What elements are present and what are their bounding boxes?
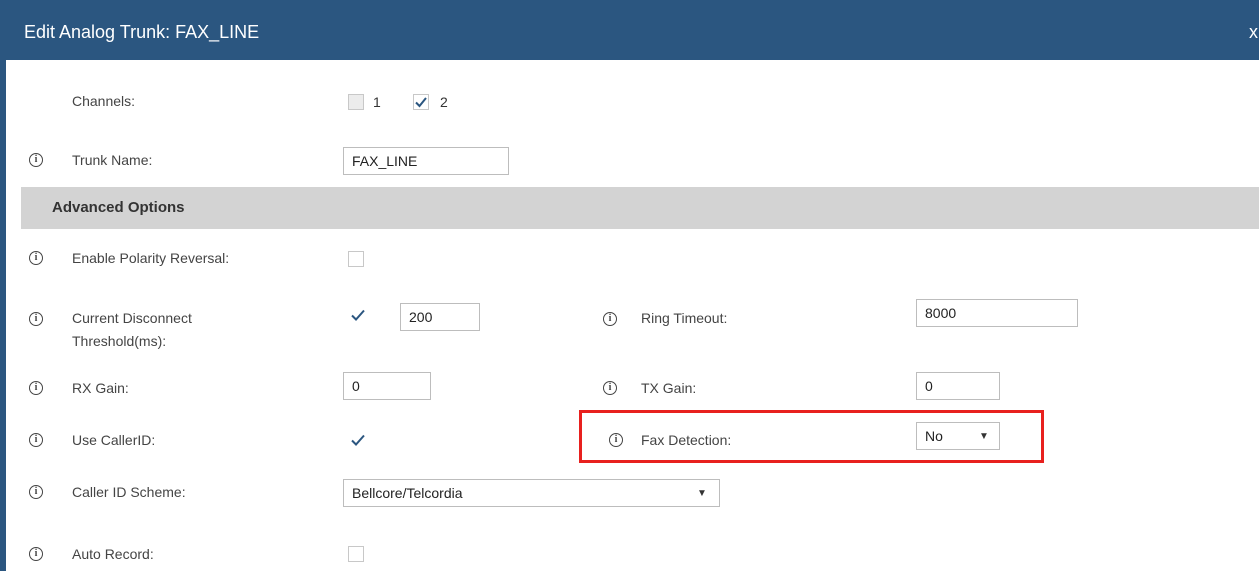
info-icon[interactable]: i [29,381,43,395]
channel-1-checkbox[interactable] [348,94,364,110]
channel-1-label: 1 [373,94,381,110]
info-icon[interactable]: i [603,381,617,395]
ring-timeout-input[interactable]: 8000 [916,299,1078,327]
ring-timeout-label: Ring Timeout: [641,310,728,326]
current-disconnect-label-line1: Current Disconnect [72,310,192,326]
info-icon[interactable]: i [29,251,43,265]
dropdown-arrow-icon: ▼ [697,488,707,499]
fax-detection-value: No [925,428,943,444]
channel-2-checkbox[interactable] [413,94,429,110]
info-icon[interactable]: i [29,153,43,167]
channels-label: Channels: [72,93,136,109]
dialog-titlebar: Edit Analog Trunk: FAX_LINE x [0,0,1259,60]
info-icon[interactable]: i [29,485,43,499]
polarity-reversal-checkbox[interactable] [348,251,364,267]
info-icon[interactable]: i [29,547,43,561]
info-icon[interactable]: i [29,433,43,447]
check-icon [415,97,427,108]
tx-gain-input[interactable]: 0 [916,372,1000,400]
current-disconnect-input[interactable]: 200 [400,303,480,331]
dropdown-arrow-icon: ▼ [979,431,989,442]
fax-detection-select[interactable]: No ▼ [916,422,1000,450]
info-icon[interactable]: i [603,312,617,326]
advanced-options-section: Advanced Options [21,187,1259,229]
fax-detection-label: Fax Detection: [641,432,732,448]
channel-2-label: 2 [440,94,448,110]
trunk-name-label: Trunk Name: [72,152,153,168]
check-icon[interactable] [350,432,366,448]
caller-id-scheme-label: Caller ID Scheme: [72,484,186,500]
info-icon[interactable]: i [29,312,43,326]
check-icon[interactable] [350,307,366,323]
section-title: Advanced Options [52,199,185,216]
tx-gain-label: TX Gain: [641,380,697,396]
auto-record-label: Auto Record: [72,546,154,562]
info-icon[interactable]: i [609,433,623,447]
polarity-reversal-label: Enable Polarity Reversal: [72,250,230,266]
current-disconnect-label-line2: Threshold(ms): [72,333,167,349]
rx-gain-input[interactable]: 0 [343,372,431,400]
caller-id-scheme-value: Bellcore/Telcordia [352,485,463,501]
dialog-title: Edit Analog Trunk: FAX_LINE [24,22,260,42]
auto-record-checkbox[interactable] [348,546,364,562]
trunk-name-input[interactable]: FAX_LINE [343,147,509,175]
use-callerid-label: Use CallerID: [72,432,156,448]
rx-gain-label: RX Gain: [72,380,129,396]
close-button[interactable]: x [1249,22,1258,43]
caller-id-scheme-select[interactable]: Bellcore/Telcordia ▼ [343,479,720,507]
